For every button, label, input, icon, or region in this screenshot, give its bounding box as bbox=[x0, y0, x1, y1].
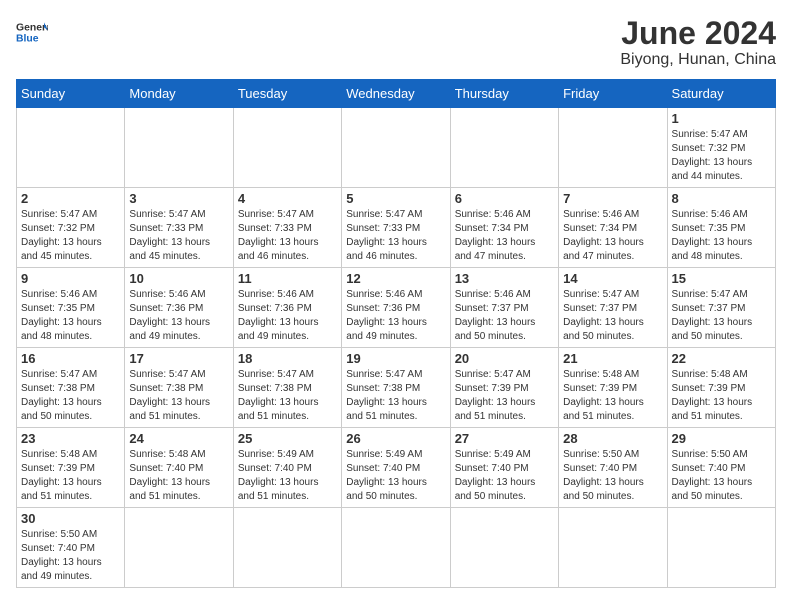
title-area: June 2024 Biyong, Hunan, China bbox=[620, 16, 776, 69]
day-11: 11 Sunrise: 5:46 AMSunset: 7:36 PMDaylig… bbox=[233, 268, 341, 348]
day-3: 3 Sunrise: 5:47 AMSunset: 7:33 PMDayligh… bbox=[125, 188, 233, 268]
header-wednesday: Wednesday bbox=[342, 80, 450, 108]
svg-text:General: General bbox=[16, 22, 48, 33]
day-28: 28 Sunrise: 5:50 AMSunset: 7:40 PMDaylig… bbox=[559, 428, 667, 508]
header-tuesday: Tuesday bbox=[233, 80, 341, 108]
header-saturday: Saturday bbox=[667, 80, 775, 108]
empty-cell bbox=[342, 108, 450, 188]
day-5: 5 Sunrise: 5:47 AMSunset: 7:33 PMDayligh… bbox=[342, 188, 450, 268]
day-26: 26 Sunrise: 5:49 AMSunset: 7:40 PMDaylig… bbox=[342, 428, 450, 508]
day-30: 30 Sunrise: 5:50 AMSunset: 7:40 PMDaylig… bbox=[17, 508, 125, 588]
week-row-5: 23 Sunrise: 5:48 AMSunset: 7:39 PMDaylig… bbox=[17, 428, 776, 508]
day-7: 7 Sunrise: 5:46 AMSunset: 7:34 PMDayligh… bbox=[559, 188, 667, 268]
week-row-4: 16 Sunrise: 5:47 AMSunset: 7:38 PMDaylig… bbox=[17, 348, 776, 428]
day-17: 17 Sunrise: 5:47 AMSunset: 7:38 PMDaylig… bbox=[125, 348, 233, 428]
day-1: 1 Sunrise: 5:47 AMSunset: 7:32 PMDayligh… bbox=[667, 108, 775, 188]
calendar-table: Sunday Monday Tuesday Wednesday Thursday… bbox=[16, 79, 776, 588]
empty-cell bbox=[233, 508, 341, 588]
week-row-6: 30 Sunrise: 5:50 AMSunset: 7:40 PMDaylig… bbox=[17, 508, 776, 588]
svg-text:Blue: Blue bbox=[16, 34, 39, 45]
day-21: 21 Sunrise: 5:48 AMSunset: 7:39 PMDaylig… bbox=[559, 348, 667, 428]
day-9: 9 Sunrise: 5:46 AMSunset: 7:35 PMDayligh… bbox=[17, 268, 125, 348]
day-27: 27 Sunrise: 5:49 AMSunset: 7:40 PMDaylig… bbox=[450, 428, 558, 508]
day-12: 12 Sunrise: 5:46 AMSunset: 7:36 PMDaylig… bbox=[342, 268, 450, 348]
day-22: 22 Sunrise: 5:48 AMSunset: 7:39 PMDaylig… bbox=[667, 348, 775, 428]
empty-cell bbox=[233, 108, 341, 188]
day-29: 29 Sunrise: 5:50 AMSunset: 7:40 PMDaylig… bbox=[667, 428, 775, 508]
empty-cell bbox=[559, 508, 667, 588]
day-4: 4 Sunrise: 5:47 AMSunset: 7:33 PMDayligh… bbox=[233, 188, 341, 268]
day-23: 23 Sunrise: 5:48 AMSunset: 7:39 PMDaylig… bbox=[17, 428, 125, 508]
month-title: June 2024 bbox=[620, 16, 776, 51]
day-info-1: Sunrise: 5:47 AMSunset: 7:32 PMDaylight:… bbox=[672, 128, 771, 184]
empty-cell bbox=[667, 508, 775, 588]
day-15: 15 Sunrise: 5:47 AMSunset: 7:37 PMDaylig… bbox=[667, 268, 775, 348]
day-2: 2 Sunrise: 5:47 AMSunset: 7:32 PMDayligh… bbox=[17, 188, 125, 268]
empty-cell bbox=[450, 508, 558, 588]
day-number-1: 1 bbox=[672, 111, 771, 126]
week-row-1: 1 Sunrise: 5:47 AMSunset: 7:32 PMDayligh… bbox=[17, 108, 776, 188]
location-title: Biyong, Hunan, China bbox=[620, 51, 776, 69]
day-16: 16 Sunrise: 5:47 AMSunset: 7:38 PMDaylig… bbox=[17, 348, 125, 428]
day-18: 18 Sunrise: 5:47 AMSunset: 7:38 PMDaylig… bbox=[233, 348, 341, 428]
header-sunday: Sunday bbox=[17, 80, 125, 108]
empty-cell bbox=[125, 108, 233, 188]
day-13: 13 Sunrise: 5:46 AMSunset: 7:37 PMDaylig… bbox=[450, 268, 558, 348]
header-monday: Monday bbox=[125, 80, 233, 108]
empty-cell bbox=[125, 508, 233, 588]
logo: General Blue bbox=[16, 16, 48, 48]
empty-cell bbox=[450, 108, 558, 188]
empty-cell bbox=[342, 508, 450, 588]
weekday-header-row: Sunday Monday Tuesday Wednesday Thursday… bbox=[17, 80, 776, 108]
header-friday: Friday bbox=[559, 80, 667, 108]
empty-cell bbox=[559, 108, 667, 188]
week-row-2: 2 Sunrise: 5:47 AMSunset: 7:32 PMDayligh… bbox=[17, 188, 776, 268]
page-header: General Blue June 2024 Biyong, Hunan, Ch… bbox=[16, 16, 776, 69]
day-20: 20 Sunrise: 5:47 AMSunset: 7:39 PMDaylig… bbox=[450, 348, 558, 428]
day-8: 8 Sunrise: 5:46 AMSunset: 7:35 PMDayligh… bbox=[667, 188, 775, 268]
header-thursday: Thursday bbox=[450, 80, 558, 108]
day-10: 10 Sunrise: 5:46 AMSunset: 7:36 PMDaylig… bbox=[125, 268, 233, 348]
week-row-3: 9 Sunrise: 5:46 AMSunset: 7:35 PMDayligh… bbox=[17, 268, 776, 348]
day-24: 24 Sunrise: 5:48 AMSunset: 7:40 PMDaylig… bbox=[125, 428, 233, 508]
day-25: 25 Sunrise: 5:49 AMSunset: 7:40 PMDaylig… bbox=[233, 428, 341, 508]
empty-cell bbox=[17, 108, 125, 188]
day-6: 6 Sunrise: 5:46 AMSunset: 7:34 PMDayligh… bbox=[450, 188, 558, 268]
logo-icon: General Blue bbox=[16, 16, 48, 48]
day-14: 14 Sunrise: 5:47 AMSunset: 7:37 PMDaylig… bbox=[559, 268, 667, 348]
day-19: 19 Sunrise: 5:47 AMSunset: 7:38 PMDaylig… bbox=[342, 348, 450, 428]
